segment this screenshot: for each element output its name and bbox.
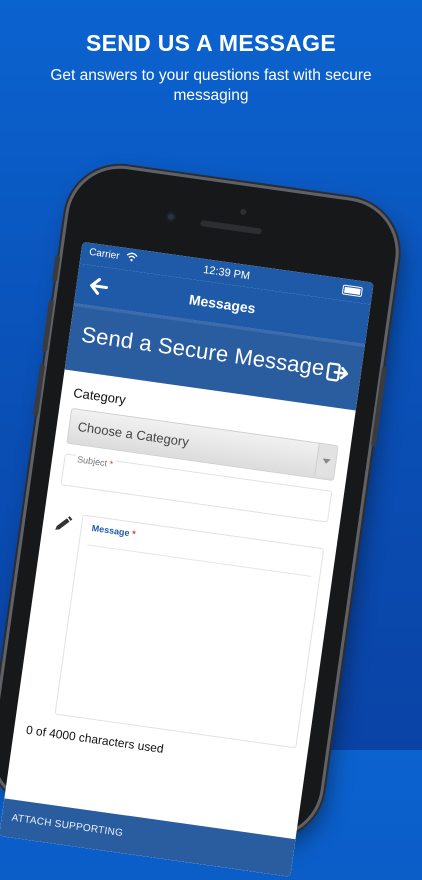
- message-row: Message *: [29, 511, 325, 749]
- pencil-icon: [55, 516, 73, 530]
- power-button: [370, 366, 388, 447]
- promo-headline: SEND US A MESSAGE: [85, 30, 337, 56]
- phone-frame: Carrier 12:39 PM Messages Send a Secure …: [0, 162, 403, 877]
- message-textarea[interactable]: Message *: [54, 514, 325, 749]
- category-value: Choose a Category: [76, 418, 190, 450]
- message-form: Category Choose a Category Subject * Mes…: [13, 370, 355, 776]
- proximity-sensor: [239, 208, 247, 216]
- attach-label: ATTACH SUPPORTING: [10, 812, 124, 840]
- earpiece-speaker: [199, 220, 263, 235]
- sign-out-icon[interactable]: [323, 358, 352, 387]
- volume-down-button: [32, 364, 46, 417]
- subject-label: Subject *: [74, 453, 116, 470]
- promo-subtext: Get answers to your questions fast with …: [50, 67, 372, 104]
- message-underline: [87, 544, 312, 577]
- front-camera-icon: [165, 211, 177, 223]
- app-screen: Carrier 12:39 PM Messages Send a Secure …: [0, 241, 374, 877]
- volume-up-button: [41, 299, 55, 352]
- attach-button[interactable]: ATTACH SUPPORTING: [0, 798, 296, 877]
- required-marker: *: [131, 528, 137, 539]
- mute-switch: [51, 255, 61, 282]
- chevron-down-icon: [314, 443, 338, 478]
- message-label: Message *: [91, 522, 137, 539]
- required-marker: *: [108, 458, 114, 470]
